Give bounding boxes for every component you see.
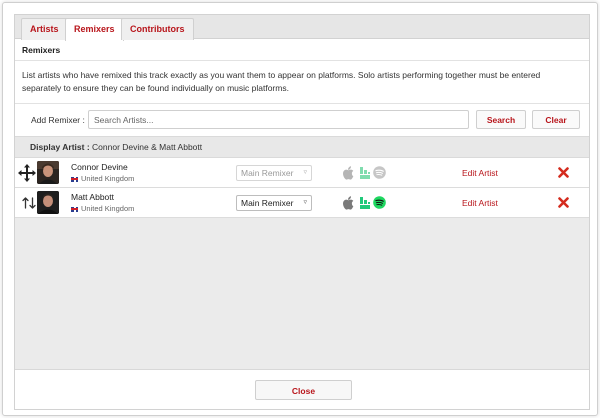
spotify-icon[interactable] xyxy=(373,196,386,210)
role-select[interactable]: Main Remixer ▿ xyxy=(236,195,312,211)
section-title: Remixers xyxy=(15,40,589,61)
add-remixer-row: Add Remixer : Search Clear xyxy=(15,103,589,136)
remixer-list: Connor Devine United Kingdom Main Remixe… xyxy=(15,158,589,371)
artist-country: United Kingdom xyxy=(71,174,134,183)
close-x-icon[interactable] xyxy=(558,194,569,212)
apple-music-icon[interactable] xyxy=(342,196,355,210)
avatar xyxy=(37,191,59,214)
bandsintown-icon[interactable] xyxy=(359,166,372,180)
edit-artist-link[interactable]: Edit Artist xyxy=(462,168,498,178)
description-text: List artists who have remixed this track… xyxy=(22,70,541,93)
role-select-value: Main Remixer xyxy=(241,168,294,178)
role-select[interactable]: Main Remixer ▿ xyxy=(236,165,312,181)
display-artist-label: Display Artist : xyxy=(30,142,90,152)
dialog-footer: Close xyxy=(15,369,589,409)
window-frame: Artists Remixers Contributors Remixers L… xyxy=(2,2,598,416)
close-button[interactable]: Close xyxy=(255,380,352,400)
artist-name: Connor Devine xyxy=(71,162,128,172)
display-artist-row: Display Artist : Connor Devine & Matt Ab… xyxy=(15,136,589,158)
clear-button[interactable]: Clear xyxy=(532,110,580,129)
remixer-row: Matt Abbott United Kingdom Main Remixer ▿… xyxy=(15,188,589,218)
apple-music-icon[interactable] xyxy=(342,166,355,180)
artist-name: Matt Abbott xyxy=(71,192,114,202)
edit-artist-link[interactable]: Edit Artist xyxy=(462,198,498,208)
search-artists-input[interactable] xyxy=(88,110,469,129)
display-artist-value: Connor Devine & Matt Abbott xyxy=(92,142,203,152)
chevron-down-icon: ▿ xyxy=(303,199,307,206)
add-remixer-label: Add Remixer : xyxy=(31,115,85,125)
country-label: United Kingdom xyxy=(81,174,135,183)
tab-remixers[interactable]: Remixers xyxy=(65,18,124,41)
uk-flag-icon xyxy=(71,206,78,212)
tab-artists[interactable]: Artists xyxy=(21,18,68,40)
search-button[interactable]: Search xyxy=(476,110,526,129)
sort-arrows-icon[interactable] xyxy=(21,195,37,211)
role-select-value: Main Remixer xyxy=(241,198,294,208)
tab-bar: Artists Remixers Contributors xyxy=(15,15,589,41)
close-x-icon[interactable] xyxy=(558,164,569,182)
avatar xyxy=(37,161,59,184)
artist-country: United Kingdom xyxy=(71,204,134,213)
bandsintown-icon[interactable] xyxy=(359,196,372,210)
country-label: United Kingdom xyxy=(81,204,135,213)
remixers-dialog: Artists Remixers Contributors Remixers L… xyxy=(14,14,590,410)
remixer-row: Connor Devine United Kingdom Main Remixe… xyxy=(15,158,589,188)
tab-contributors[interactable]: Contributors xyxy=(121,18,194,40)
move-icon[interactable] xyxy=(17,163,37,183)
chevron-down-icon: ▿ xyxy=(303,169,307,176)
uk-flag-icon xyxy=(71,176,78,182)
spotify-icon[interactable] xyxy=(373,166,386,180)
